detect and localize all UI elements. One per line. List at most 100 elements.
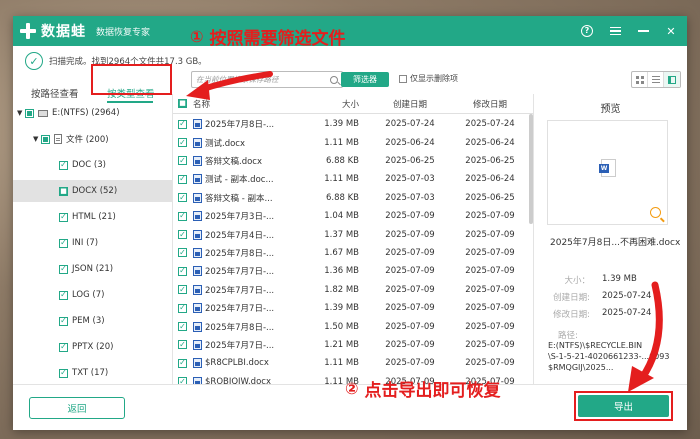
- file-size: 1.39 MB: [324, 303, 359, 314]
- tree-checkbox[interactable]: [59, 316, 68, 326]
- file-modified: 2025-07-09: [465, 339, 515, 350]
- tree-node-doc[interactable]: DOC (3): [13, 154, 172, 176]
- file-name: 测试.docx: [205, 138, 246, 149]
- file-modified: 2025-06-25: [465, 192, 515, 203]
- file-created: 2025-07-09: [385, 266, 435, 277]
- row-checkbox[interactable]: [178, 230, 187, 240]
- only-deleted-checkbox[interactable]: [399, 74, 407, 83]
- file-created: 2025-07-24: [385, 119, 435, 130]
- close-icon[interactable]: ✕: [665, 25, 677, 37]
- tree-node-pptx[interactable]: PPTX (20): [13, 336, 172, 358]
- file-created: 2025-07-09: [385, 321, 435, 332]
- tree-node-html[interactable]: HTML (21): [13, 206, 172, 228]
- table-row[interactable]: 2025年7月3日-... 1.04 MB 2025-07-09 2025-07-09: [173, 207, 533, 225]
- preview-created: 创建日期: 2025-07-24: [548, 291, 651, 303]
- table-row[interactable]: 2025年7月7日-... 1.21 MB 2025-07-09 2025-07-09: [173, 336, 533, 354]
- file-name: 测试 - 副本.doc...: [205, 175, 274, 186]
- tree-checkbox[interactable]: [41, 134, 50, 144]
- annotation-step1-number: ①: [190, 27, 204, 46]
- tree-checkbox[interactable]: [59, 368, 68, 378]
- minimize-icon[interactable]: [637, 25, 649, 37]
- zoom-icon[interactable]: [650, 207, 661, 218]
- row-checkbox[interactable]: [178, 138, 187, 148]
- tree-node-label: LOG (7): [72, 290, 105, 300]
- list-view-button[interactable]: [648, 72, 664, 87]
- table-row[interactable]: 2025年7月8日-... 1.39 MB 2025-07-24 2025-07-24: [173, 115, 533, 133]
- only-deleted-toggle[interactable]: 仅显示删除项: [399, 73, 458, 84]
- file-name: 答辩文稿 - 副本...: [205, 193, 273, 204]
- tree-node-ini[interactable]: INI (7): [13, 232, 172, 254]
- row-checkbox[interactable]: [178, 266, 187, 276]
- row-checkbox[interactable]: [178, 285, 187, 295]
- row-checkbox[interactable]: [178, 358, 187, 368]
- file-size: 6.88 KB: [325, 192, 359, 203]
- grid-view-button[interactable]: [632, 72, 648, 87]
- col-header-modified[interactable]: 修改日期: [449, 98, 531, 110]
- preview-panel: 预览 2025年7月8日...不再困难.docx 大小： 1.39 MB 创建日…: [533, 94, 687, 384]
- col-header-name[interactable]: 名称: [193, 98, 301, 110]
- col-header-created[interactable]: 创建日期: [371, 98, 449, 110]
- row-checkbox[interactable]: [178, 211, 187, 221]
- export-button[interactable]: 导出: [578, 395, 669, 417]
- table-row[interactable]: 2025年7月8日-... 1.67 MB 2025-07-09 2025-07-09: [173, 244, 533, 262]
- tree-node-pem[interactable]: PEM (3): [13, 310, 172, 332]
- preview-size: 大小： 1.39 MB: [548, 274, 636, 286]
- tree-checkbox[interactable]: [59, 238, 68, 248]
- table-row[interactable]: 测试 - 副本.doc... 1.11 MB 2025-07-03 2025-06-2…: [173, 170, 533, 188]
- tree-node-drive[interactable]: ▼ E:(NTFS) (2964): [13, 102, 172, 124]
- search-icon[interactable]: [330, 75, 338, 84]
- file-modified: 2025-06-25: [465, 155, 515, 166]
- word-file-icon: [193, 192, 202, 203]
- tree-checkbox[interactable]: [25, 108, 34, 118]
- caret-down-icon[interactable]: ▼: [17, 109, 25, 117]
- tree-node-txt[interactable]: TXT (17): [13, 362, 172, 384]
- row-checkbox[interactable]: [178, 340, 187, 350]
- table-row[interactable]: 2025年7月7日-... 1.82 MB 2025-07-09 2025-07-09: [173, 281, 533, 299]
- tree-node-log[interactable]: LOG (7): [13, 284, 172, 306]
- select-all-checkbox[interactable]: ■: [178, 99, 187, 108]
- menu-icon[interactable]: [609, 25, 621, 37]
- table-row[interactable]: 2025年7月8日-... 1.50 MB 2025-07-09 2025-07-09: [173, 317, 533, 335]
- table-row[interactable]: 2025年7月7日-... 1.39 MB 2025-07-09 2025-07-09: [173, 299, 533, 317]
- row-checkbox[interactable]: [178, 119, 187, 129]
- file-size: 1.11 MB: [324, 174, 359, 185]
- tree-node-docx[interactable]: ■ DOCX (52): [13, 180, 172, 202]
- back-button[interactable]: 返回: [29, 397, 125, 419]
- row-checkbox[interactable]: [178, 248, 187, 258]
- col-header-size[interactable]: 大小: [301, 98, 371, 110]
- table-row[interactable]: 答辩文稿.docx 6.88 KB 2025-06-25 2025-06-25: [173, 152, 533, 170]
- tree-checkbox[interactable]: [59, 160, 68, 170]
- file-created: 2025-07-09: [385, 247, 435, 258]
- tree-checkbox[interactable]: [59, 342, 68, 352]
- file-name: 2025年7月7日-...: [205, 304, 275, 315]
- row-checkbox[interactable]: [178, 193, 187, 203]
- table-row[interactable]: 2025年7月7日-... 1.36 MB 2025-07-09 2025-07-09: [173, 262, 533, 280]
- tree-checkbox[interactable]: [59, 290, 68, 300]
- table-row[interactable]: 答辩文稿 - 副本... 6.88 KB 2025-07-03 2025-06-25: [173, 189, 533, 207]
- annotation-step2-text: 点击导出即可恢复: [364, 381, 501, 401]
- tree-checkbox[interactable]: [59, 212, 68, 222]
- file-size: 1.11 MB: [324, 358, 359, 369]
- tree-node-json[interactable]: JSON (21): [13, 258, 172, 280]
- row-checkbox[interactable]: [178, 322, 187, 332]
- preview-created-value: 2025-07-24: [602, 291, 652, 301]
- file-created: 2025-07-03: [385, 192, 435, 203]
- table-row[interactable]: $R8CPLBI.docx 1.11 MB 2025-07-09 2025-07-09: [173, 354, 533, 372]
- row-checkbox[interactable]: [178, 174, 187, 184]
- annotation-step1-text: 按照需要筛选文件: [209, 29, 346, 49]
- row-checkbox[interactable]: [178, 377, 187, 384]
- row-checkbox[interactable]: [178, 303, 187, 313]
- caret-down-icon[interactable]: ▼: [33, 135, 41, 143]
- table-row[interactable]: 测试.docx 1.11 MB 2025-06-24 2025-06-24: [173, 133, 533, 151]
- tree-checkbox[interactable]: [59, 264, 68, 274]
- search-input[interactable]: 在当前位置搜索保存路径: [191, 71, 343, 88]
- tree-node-files[interactable]: ▼ 文件 (200): [13, 128, 172, 150]
- file-modified: 2025-07-09: [465, 321, 515, 332]
- preview-box: [547, 120, 668, 225]
- detail-view-button[interactable]: [664, 72, 680, 87]
- filter-button[interactable]: 筛选器: [341, 72, 389, 87]
- help-icon[interactable]: ?: [581, 25, 593, 37]
- tree-checkbox[interactable]: ■: [59, 186, 68, 196]
- row-checkbox[interactable]: [178, 156, 187, 166]
- table-row[interactable]: 2025年7月4日-... 1.37 MB 2025-07-09 2025-07-09: [173, 225, 533, 243]
